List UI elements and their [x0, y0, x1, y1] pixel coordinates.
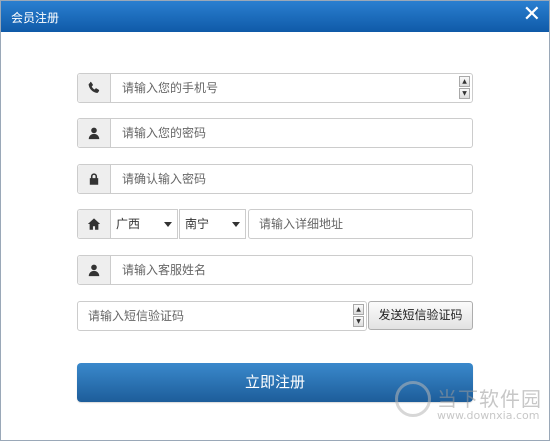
user-icon — [78, 256, 111, 284]
watermark-url: www.downxia.com — [437, 409, 540, 422]
confirm-password-input[interactable]: 请确认输入密码 — [122, 165, 462, 193]
phone-spinner[interactable]: ▲ ▼ — [459, 76, 470, 100]
sms-spinner[interactable]: ▲ ▼ — [353, 304, 364, 328]
home-icon — [78, 210, 111, 238]
password-field[interactable]: 请输入您的密码 — [77, 118, 473, 148]
watermark-name: 当下软件园 — [437, 387, 542, 411]
province-select[interactable]: 广西 — [110, 209, 178, 239]
lock-icon — [78, 165, 111, 193]
city-select[interactable]: 南宁 — [179, 209, 246, 239]
chevron-down-icon — [232, 222, 240, 227]
user-icon — [78, 119, 111, 147]
address-addon — [77, 209, 111, 239]
confirm-password-field[interactable]: 请确认输入密码 — [77, 164, 473, 194]
phone-field[interactable]: 请输入您的手机号 ▲ ▼ — [77, 73, 473, 103]
address-detail-input[interactable]: 请输入详细地址 — [259, 210, 464, 238]
register-dialog: 会员注册 ✕ 请输入您的手机号 ▲ ▼ 请输入您的密码 请确认输入密码 广西 南… — [0, 0, 550, 441]
sms-code-input[interactable]: 请输入短信验证码 — [88, 302, 348, 330]
send-sms-button[interactable]: 发送短信验证码 — [368, 301, 473, 330]
service-name-field[interactable]: 请输入客服姓名 — [77, 255, 473, 285]
watermark-logo-icon — [395, 381, 431, 417]
city-value: 南宁 — [185, 217, 210, 231]
password-input[interactable]: 请输入您的密码 — [122, 119, 462, 147]
phone-input[interactable]: 请输入您的手机号 — [122, 74, 452, 102]
service-name-input[interactable]: 请输入客服姓名 — [122, 256, 462, 284]
sms-code-field[interactable]: 请输入短信验证码 ▲ ▼ — [77, 301, 367, 331]
watermark: 当下软件园 www.downxia.com — [395, 381, 545, 431]
chevron-down-icon — [164, 222, 172, 227]
title-bar: 会员注册 ✕ — [1, 1, 549, 32]
spinner-up-icon[interactable]: ▲ — [353, 304, 364, 315]
spinner-down-icon[interactable]: ▼ — [353, 316, 364, 327]
spinner-up-icon[interactable]: ▲ — [459, 76, 470, 87]
address-detail-field[interactable]: 请输入详细地址 — [248, 209, 473, 239]
spinner-down-icon[interactable]: ▼ — [459, 88, 470, 99]
close-icon[interactable]: ✕ — [523, 3, 541, 27]
phone-icon — [78, 74, 111, 102]
dialog-title: 会员注册 — [11, 11, 60, 25]
province-value: 广西 — [116, 217, 141, 231]
